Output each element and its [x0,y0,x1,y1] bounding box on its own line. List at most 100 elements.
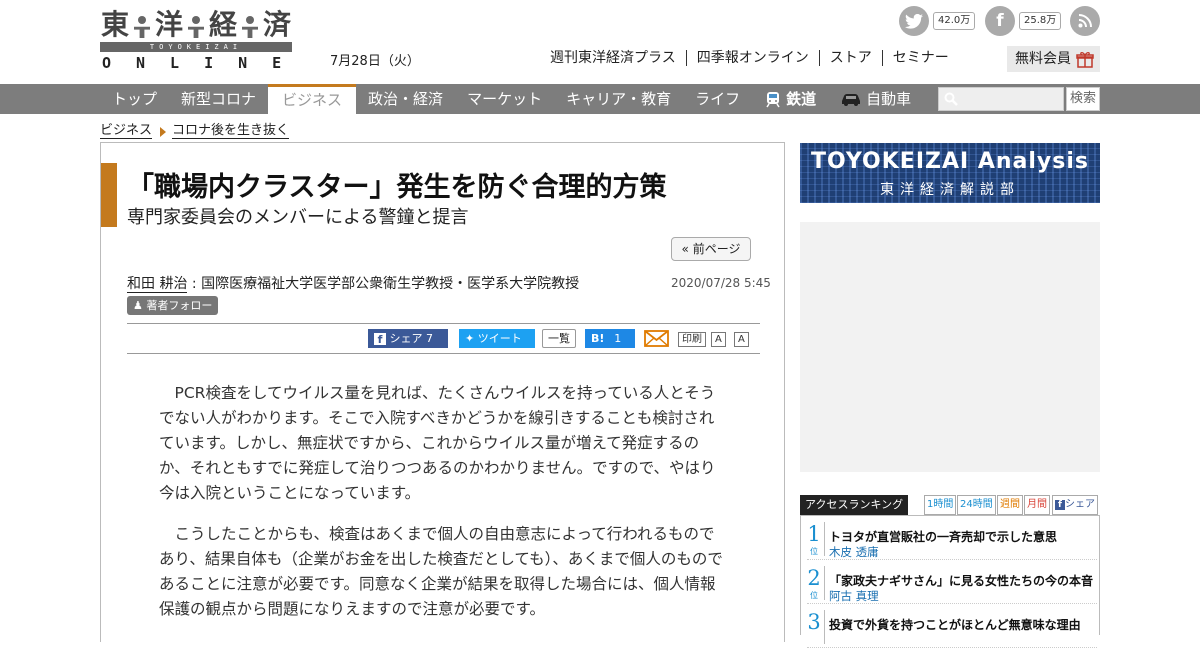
font-large-button[interactable]: A [711,332,726,347]
nav-life[interactable]: ライフ [683,84,752,114]
search-icon [944,92,958,106]
train-icon [766,92,780,108]
twitter-count: 42.0万 [933,12,976,30]
nav-top[interactable]: トップ [100,84,169,114]
ranking-item[interactable]: 1 位 トヨタが直営販社の一斉売却で示した意思 木皮 透庸 [807,520,1097,560]
site-logo[interactable]: 東 洋 経 済 TOYOKEIZAI ONLINE [100,8,307,72]
twitter-share-label: ツイート [477,332,522,345]
nav-market[interactable]: マーケット [455,84,554,114]
rank-divider [824,522,825,556]
top-links: 週刊東洋経済プラス 四季報オンライン ストア セミナー [550,50,959,66]
ranking-list: 1 位 トヨタが直営販社の一斉売却で示した意思 木皮 透庸 2 位 「家政夫ナギ… [800,515,1100,648]
nav-business[interactable]: ビジネス [268,84,357,114]
rank-author: 阿古 真理 [829,589,879,603]
nav-railway-label: 鉄道 [786,90,817,108]
nav-politics-economy[interactable]: 政治・経済 [356,84,455,114]
rank-title: 「家政夫ナギサさん」に見る女性たちの今の本音 [829,574,1094,588]
person-icon [130,10,154,40]
ranking-tab-monthly[interactable]: 月間 [1024,495,1050,515]
author-name[interactable]: 和田 耕治 [127,276,188,293]
paragraph: PCR検査をしてウイルス量を見れば、たくさんウイルスを持っている人とそうでない人… [159,384,716,502]
article-body: PCR検査をしてウイルス量を見れば、たくさんウイルスを持っている人とそうでない人… [159,381,729,638]
facebook-icon: f [374,333,386,346]
person-icon [238,10,262,40]
logo-char: 洋 [154,8,183,41]
link-seminar[interactable]: セミナー [883,50,959,66]
ranking-item[interactable]: 3 投資で外貨を持つことがほとんど無意味な理由 [807,608,1097,648]
twitter-follow[interactable]: 42.0万 [899,6,976,36]
facebook-follow[interactable]: f 25.8万 [985,6,1062,36]
rank-divider [824,566,825,600]
share-divider-top [127,323,760,324]
hatena-bookmark-button[interactable]: B! 1 [585,329,635,348]
car-icon [842,94,861,106]
ranking-title: アクセスランキング [800,495,909,515]
twitter-share-button[interactable]: ✦ ツイート [459,329,535,348]
rank-author: 木皮 透庸 [829,545,879,559]
font-small-button[interactable]: A [734,332,749,347]
logo-online: ONLINE [102,54,307,72]
title-accent-bar [101,163,117,227]
article: 「職場内クラスター」発生を防ぐ合理的方策 専門家委員会のメンバーによる警鐘と提言… [100,142,785,642]
ranking-item[interactable]: 2 位 「家政夫ナギサさん」に見る女性たちの今の本音 阿古 真理 [807,564,1097,604]
author-separator: : [187,276,202,292]
free-member-label: 無料会員 [1015,51,1071,67]
link-weekly-plus[interactable]: 週刊東洋経済プラス [550,50,687,66]
print-button[interactable]: 印刷 [678,332,706,347]
hatena-count: 1 [614,332,622,345]
search-input[interactable] [938,87,1064,111]
rank-title: トヨタが直営販社の一斉売却で示した意思 [829,530,1058,544]
free-member-button[interactable]: 無料会員 [1007,46,1100,72]
prev-page-button[interactable]: « 前ページ [671,237,751,261]
facebook-share-count: 7 [426,332,433,345]
ad-placeholder [800,222,1100,472]
analysis-ad-title: TOYOKEIZAI Analysis [810,149,1089,174]
facebook-share-label: シェア [389,332,423,345]
twitter-icon: ✦ [465,332,475,345]
nav-automobile-label: 自動車 [866,90,912,108]
share-divider-bottom [127,353,760,354]
share-list-button[interactable]: 一覧 [542,329,576,348]
nav-career-education[interactable]: キャリア・教育 [554,84,683,114]
rank-number: 1 [807,522,821,546]
ranking-tab-share-label: シェア [1065,499,1095,510]
rank-number: 2 [807,566,821,590]
rank-suffix: 位 [810,547,818,556]
ranking-tab-weekly[interactable]: 週間 [997,495,1023,515]
facebook-icon: f [985,6,1015,36]
nav-automobile[interactable]: 自動車 [828,84,923,114]
breadcrumb-arrow-icon [160,126,167,137]
author-line: 和田 耕治 : 国際医療福祉大学医学部公衆衛生学教授・医学系大学院教授 [127,273,579,293]
nav-corona[interactable]: 新型コロナ [169,84,268,114]
ranking-tab-share[interactable]: f シェア [1052,495,1098,515]
follow-author-button[interactable]: ♟ 著者フォロー [127,296,219,315]
facebook-share-button[interactable]: f シェア 7 [368,329,448,348]
site-header: 東 洋 経 済 TOYOKEIZAI ONLINE 7月28日（火） 週刊東洋経… [0,0,1200,84]
person-icon: ♟ [133,299,143,312]
breadcrumb: ビジネス コロナ後を生き抜く [100,124,290,139]
breadcrumb-series[interactable]: コロナ後を生き抜く [172,124,290,139]
logo-char: 経 [208,8,237,41]
mail-icon[interactable] [644,329,669,348]
twitter-icon [899,6,929,36]
article-title: 「職場内クラスター」発生を防ぐ合理的方策 [127,172,667,203]
gift-icon [1076,52,1094,68]
logo-char: 東 [100,8,129,41]
search-button[interactable]: 検索 [1066,87,1100,111]
link-store[interactable]: ストア [820,50,883,66]
article-subtitle: 専門家委員会のメンバーによる警鐘と提言 [127,207,469,228]
logo-roman: TOYOKEIZAI [100,42,292,52]
analysis-ad-banner[interactable]: TOYOKEIZAI Analysis 東洋経済解説部 [800,143,1100,203]
nav-railway[interactable]: 鉄道 [752,84,828,114]
hatena-label: B! [591,332,605,345]
ranking-tab-24h[interactable]: 24時間 [957,495,996,515]
link-shikiho[interactable]: 四季報オンライン [687,50,820,66]
rss-icon [1070,6,1100,36]
facebook-count: 25.8万 [1019,12,1062,30]
ranking-tab-1h[interactable]: 1時間 [924,495,957,515]
rss-link[interactable] [1070,6,1100,36]
current-date: 7月28日（火） [330,54,420,69]
follow-author-label: 著者フォロー [146,299,213,312]
rank-divider [824,610,825,644]
breadcrumb-business[interactable]: ビジネス [100,124,153,139]
